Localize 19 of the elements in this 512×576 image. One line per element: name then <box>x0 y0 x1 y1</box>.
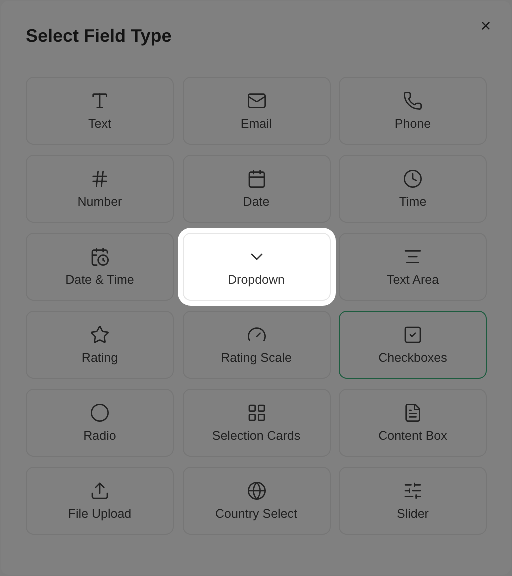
field-type-card[interactable]: Date & Time <box>26 233 174 301</box>
field-type-card[interactable]: Slider <box>339 467 487 535</box>
field-type-card[interactable]: Selection Cards <box>182 389 330 457</box>
field-type-card[interactable]: Radio <box>26 389 174 457</box>
field-type-card[interactable]: Rating <box>26 311 174 379</box>
field-type-card[interactable]: Country Select <box>182 467 330 535</box>
field-type-card[interactable]: Date <box>182 155 330 223</box>
field-type-card[interactable]: Checkboxes <box>339 311 487 379</box>
field-type-card[interactable]: Text <box>26 77 174 145</box>
field-type-card[interactable]: Phone <box>339 77 487 145</box>
field-type-card[interactable]: Email <box>182 77 330 145</box>
field-type-card[interactable]: Rating Scale <box>182 311 330 379</box>
field-type-card[interactable]: Content Box <box>339 389 487 457</box>
field-type-card[interactable]: Number <box>26 155 174 223</box>
close-button[interactable]: × <box>477 17 495 35</box>
field-type-card[interactable]: File Upload <box>26 467 174 535</box>
dialog-title: Select Field Type <box>26 25 173 47</box>
field-type-card[interactable]: Text Area <box>339 233 487 301</box>
field-type-card[interactable]: Time <box>339 155 487 223</box>
